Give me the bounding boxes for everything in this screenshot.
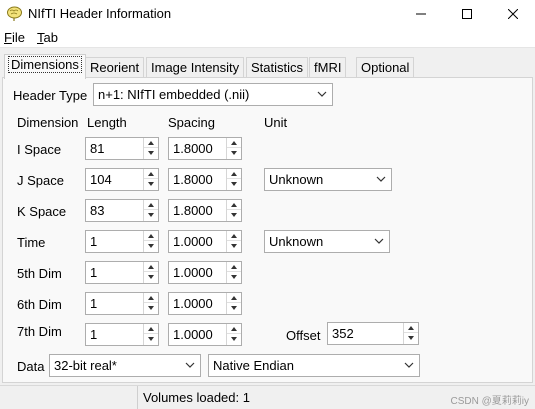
window-title: NIfTI Header Information (28, 6, 172, 21)
spacing-stepper[interactable]: 1.0000 (168, 323, 242, 346)
row-label: 7th Dim (17, 324, 62, 339)
maximize-button[interactable] (444, 0, 490, 27)
tab-strip: Dimensions Reorient Image Intensity Stat… (0, 54, 535, 79)
header-type-select[interactable]: n+1: NIfTI embedded (.nii) (93, 83, 333, 106)
increment-arrow-icon[interactable] (144, 200, 158, 210)
decrement-arrow-icon[interactable] (227, 303, 241, 313)
column-spacing: Spacing (168, 115, 215, 130)
column-dimension: Dimension (17, 115, 79, 130)
decrement-arrow-icon[interactable] (144, 241, 158, 251)
increment-arrow-icon[interactable] (227, 293, 241, 303)
decrement-arrow-icon[interactable] (227, 334, 241, 344)
tab-dimensions[interactable]: Dimensions (4, 54, 86, 79)
decrement-arrow-icon[interactable] (227, 179, 241, 189)
length-stepper[interactable]: 1 (85, 323, 159, 346)
column-unit: Unit (264, 115, 288, 130)
decrement-arrow-icon[interactable] (404, 333, 418, 343)
decrement-arrow-icon[interactable] (144, 179, 158, 189)
tab-fmri[interactable]: fMRI (309, 57, 347, 78)
spacing-stepper[interactable]: 1.8000 (168, 199, 242, 222)
row-label: 6th Dim (17, 297, 62, 312)
column-length: Length (87, 115, 127, 130)
decrement-arrow-icon[interactable] (144, 148, 158, 158)
length-stepper[interactable]: 1 (85, 261, 159, 284)
length-stepper[interactable]: 1 (85, 230, 159, 253)
offset-stepper[interactable]: 352 (327, 322, 419, 345)
increment-arrow-icon[interactable] (144, 293, 158, 303)
increment-arrow-icon[interactable] (144, 262, 158, 272)
increment-arrow-icon[interactable] (144, 138, 158, 148)
row-label: 5th Dim (17, 266, 62, 281)
endian-select[interactable]: Native Endian (208, 354, 420, 377)
status-text: Volumes loaded: 1 (143, 390, 250, 405)
row-label: I Space (17, 142, 62, 157)
row-label: K Space (17, 204, 67, 219)
decrement-arrow-icon[interactable] (144, 303, 158, 313)
increment-arrow-icon[interactable] (227, 262, 241, 272)
increment-arrow-icon[interactable] (227, 200, 241, 210)
increment-arrow-icon[interactable] (144, 324, 158, 334)
length-stepper[interactable]: 81 (85, 137, 159, 160)
increment-arrow-icon[interactable] (144, 169, 158, 179)
decrement-arrow-icon[interactable] (144, 272, 158, 282)
chevron-down-icon (376, 176, 386, 182)
decrement-arrow-icon[interactable] (227, 272, 241, 282)
decrement-arrow-icon[interactable] (144, 210, 158, 220)
minimize-icon (416, 13, 426, 14)
close-icon (508, 8, 518, 19)
spacing-stepper[interactable]: 1.0000 (168, 292, 242, 315)
menu-file[interactable]: File (4, 30, 25, 45)
decrement-arrow-icon[interactable] (227, 210, 241, 220)
status-bar: Volumes loaded: 1 CSDN @夏莉莉iy (0, 385, 535, 409)
increment-arrow-icon[interactable] (227, 169, 241, 179)
watermark: CSDN @夏莉莉iy (450, 396, 530, 407)
maximize-icon (462, 8, 472, 19)
brain-icon (7, 6, 22, 21)
chevron-down-icon (317, 91, 327, 97)
length-stepper[interactable]: 104 (85, 168, 159, 191)
length-stepper[interactable]: 83 (85, 199, 159, 222)
increment-arrow-icon[interactable] (227, 324, 241, 334)
chevron-down-icon (185, 362, 195, 368)
row-label: J Space (17, 173, 64, 188)
spacing-stepper[interactable]: 1.8000 (168, 168, 242, 191)
spacing-stepper[interactable]: 1.0000 (168, 261, 242, 284)
title-bar: NIfTI Header Information (0, 0, 535, 27)
tab-image-intensity[interactable]: Image Intensity (146, 57, 245, 78)
time-unit-select[interactable]: Unknown (264, 230, 390, 253)
data-type-select[interactable]: 32-bit real* (49, 354, 201, 377)
increment-arrow-icon[interactable] (144, 231, 158, 241)
data-label: Data (17, 359, 45, 374)
spacing-stepper[interactable]: 1.0000 (168, 230, 242, 253)
tab-optional[interactable]: Optional (356, 57, 415, 78)
spacing-stepper[interactable]: 1.8000 (168, 137, 242, 160)
menu-bar: File Tab (0, 27, 535, 48)
length-stepper[interactable]: 1 (85, 292, 159, 315)
menu-tab[interactable]: Tab (37, 30, 58, 45)
minimize-button[interactable] (398, 0, 444, 27)
header-type-label: Header Type (13, 88, 88, 103)
decrement-arrow-icon[interactable] (227, 148, 241, 158)
increment-arrow-icon[interactable] (227, 231, 241, 241)
tab-reorient[interactable]: Reorient (85, 57, 145, 78)
decrement-arrow-icon[interactable] (144, 334, 158, 344)
status-divider (137, 386, 138, 409)
row-label: Time (17, 235, 46, 250)
tab-statistics[interactable]: Statistics (246, 57, 309, 78)
chevron-down-icon (404, 362, 414, 368)
increment-arrow-icon[interactable] (227, 138, 241, 148)
decrement-arrow-icon[interactable] (227, 241, 241, 251)
offset-label: Offset (286, 328, 321, 343)
chevron-down-icon (374, 238, 384, 244)
close-button[interactable] (490, 0, 535, 27)
increment-arrow-icon[interactable] (404, 323, 418, 333)
spatial-unit-select[interactable]: Unknown (264, 168, 392, 191)
